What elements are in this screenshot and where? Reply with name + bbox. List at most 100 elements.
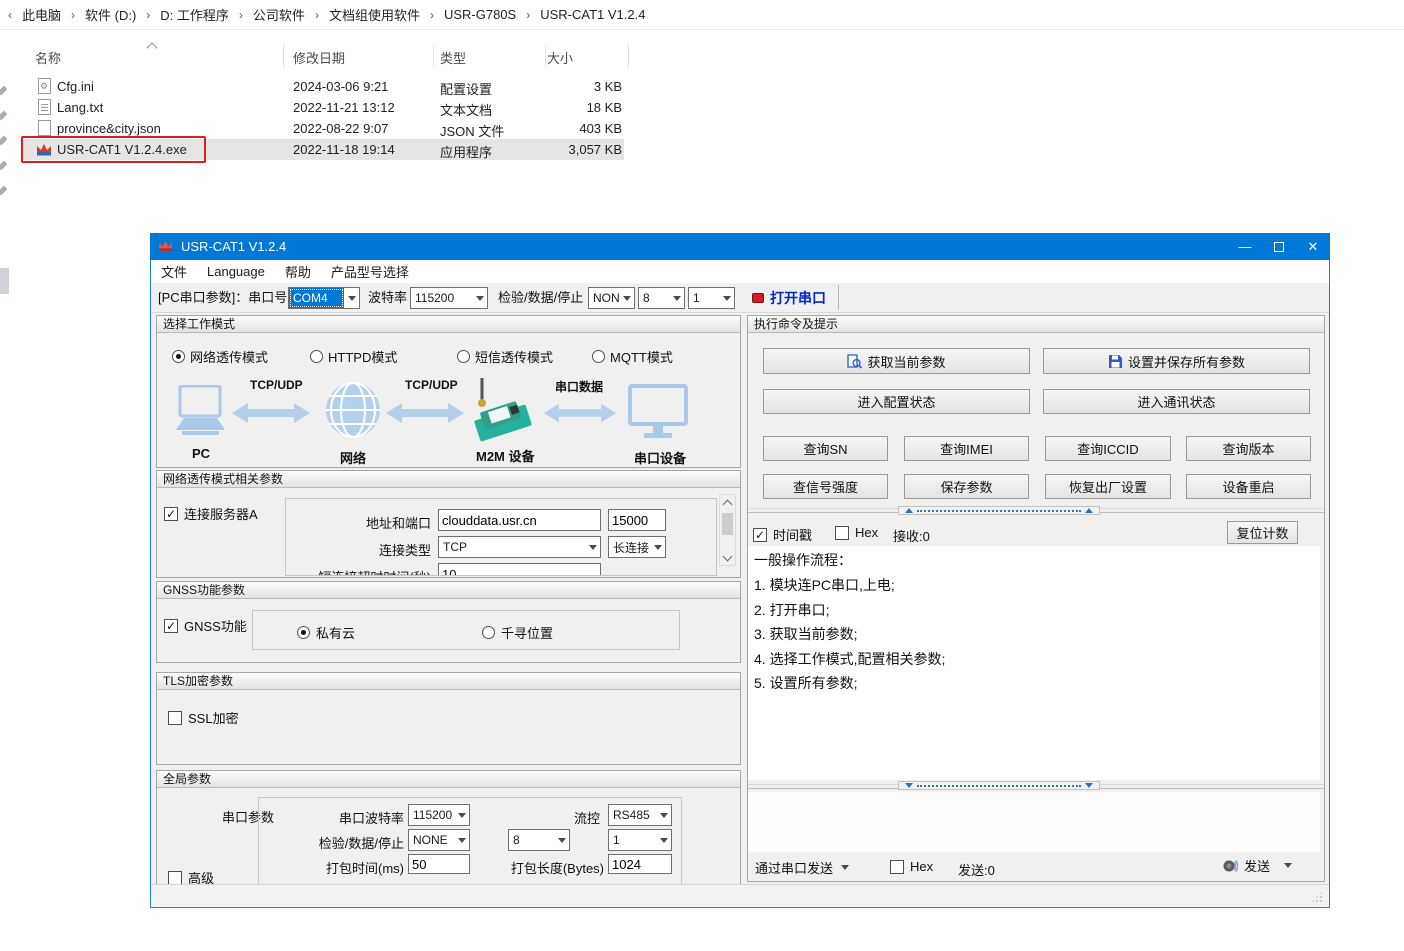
mode-radio-sms[interactable]: 短信透传模式 <box>457 347 553 366</box>
ssl-checkbox[interactable]: SSL加密 <box>168 708 239 727</box>
log-line: 一般操作流程： <box>754 550 852 570</box>
flow-control-select[interactable]: RS485 <box>608 804 672 826</box>
breadcrumb-item[interactable]: D: 工作程序 <box>160 5 229 24</box>
conn-mode-select[interactable]: 长连接 <box>608 536 666 558</box>
file-size: 3 KB <box>540 79 622 94</box>
collapse-up-icon[interactable] <box>1085 508 1093 513</box>
breadcrumb-item[interactable]: 文档组使用软件 <box>329 5 420 24</box>
baud-select[interactable]: 115200 <box>410 287 488 309</box>
mode-radio-httpd[interactable]: HTTPD模式 <box>310 347 397 366</box>
pack-time-input[interactable] <box>408 854 470 874</box>
window-titlebar[interactable]: USR-CAT1 V1.2.4 — ✕ <box>150 233 1330 260</box>
mode-radio-mqtt[interactable]: MQTT模式 <box>592 347 673 366</box>
double-arrow-icon <box>544 402 616 424</box>
close-button[interactable]: ✕ <box>1296 233 1330 260</box>
serial-baud-select[interactable]: 115200 <box>408 804 470 826</box>
scrollbar-fragment[interactable] <box>0 268 9 294</box>
net-params-scrollbar[interactable] <box>719 494 736 566</box>
serial-stopbits-select[interactable]: 1 <box>608 829 672 851</box>
pc-serial-label: [PC串口参数]：串口号 <box>158 283 287 313</box>
query-iccid-button[interactable]: 查询ICCID <box>1045 436 1171 461</box>
serial-databits-select[interactable]: 8 <box>508 829 570 851</box>
server-port-input[interactable] <box>608 509 666 531</box>
server-a-checkbox[interactable]: ✓ 连接服务器A <box>164 504 258 523</box>
splitter-handle[interactable] <box>898 506 1100 515</box>
pack-length-input[interactable] <box>608 854 672 874</box>
breadcrumb-item[interactable]: 软件 (D:) <box>85 5 136 24</box>
server-a-group: 地址和端口 连接类型 TCP 长连接 短连接超时时间(秒) <box>285 498 717 576</box>
column-header-name[interactable]: 名称 <box>35 48 61 67</box>
resize-grip[interactable] <box>1311 891 1323 903</box>
radio-selected-icon <box>172 350 185 363</box>
device-restart-button[interactable]: 设备重启 <box>1186 474 1311 499</box>
receive-hex-checkbox[interactable]: Hex <box>835 525 878 540</box>
open-serial-button[interactable]: 打开串口 <box>752 284 836 311</box>
enter-comm-button[interactable]: 进入通讯状态 <box>1043 389 1310 414</box>
pin-icon <box>0 186 7 196</box>
query-imei-button[interactable]: 查询IMEI <box>904 436 1029 461</box>
menu-file[interactable]: 文件 <box>151 262 197 281</box>
send-hex-checkbox[interactable]: Hex <box>890 859 933 874</box>
gnss-header: GNSS功能参数 <box>157 582 740 599</box>
receive-log[interactable]: 一般操作流程： 1. 模块连PC串口,上电; 2. 打开串口; 3. 获取当前参… <box>748 546 1320 780</box>
column-header-size[interactable]: 大小 <box>500 48 573 67</box>
timestamp-checkbox[interactable]: ✓ 时间戳 <box>753 525 812 544</box>
collapse-up-icon[interactable] <box>905 508 913 513</box>
scroll-up-icon[interactable] <box>720 495 735 510</box>
set-save-all-button[interactable]: 设置并保存所有参数 <box>1043 348 1310 374</box>
query-sn-button[interactable]: 查询SN <box>763 436 888 461</box>
column-header-type[interactable]: 类型 <box>440 48 466 67</box>
com-port-select[interactable]: COM4 <box>288 287 360 309</box>
menu-product-select[interactable]: 产品型号选择 <box>321 262 419 281</box>
breadcrumb-item[interactable]: USR-G780S <box>444 7 516 22</box>
splitter-handle[interactable] <box>898 781 1100 790</box>
collapse-down-icon[interactable] <box>1085 783 1093 788</box>
qianxun-radio[interactable]: 千寻位置 <box>482 623 553 642</box>
send-input-area[interactable] <box>748 792 1320 852</box>
private-cloud-radio[interactable]: 私有云 <box>297 623 355 642</box>
send-button[interactable]: 发送 <box>1222 856 1292 875</box>
reset-count-button[interactable]: 复位计数 <box>1227 521 1298 544</box>
column-divider[interactable] <box>628 45 629 67</box>
enter-config-button[interactable]: 进入配置状态 <box>763 389 1030 414</box>
breadcrumb-item[interactable]: 公司软件 <box>253 5 305 24</box>
databits-select[interactable]: 8 <box>638 287 685 309</box>
column-divider[interactable] <box>433 45 434 67</box>
collapse-down-icon[interactable] <box>905 783 913 788</box>
link-label: 串口数据 <box>555 378 603 395</box>
column-divider[interactable] <box>545 45 546 67</box>
conn-type-select[interactable]: TCP <box>438 536 601 558</box>
table-row[interactable]: ⚙ Cfg.ini 2024-03-06 9:21 配置设置 3 KB <box>22 76 624 97</box>
save-params-button[interactable]: 保存参数 <box>904 474 1029 499</box>
scroll-down-icon[interactable] <box>720 550 735 565</box>
query-version-button[interactable]: 查询版本 <box>1186 436 1311 461</box>
get-params-button[interactable]: 获取当前参数 <box>763 348 1030 374</box>
serial-parity-select[interactable]: NONE <box>408 829 470 851</box>
gnss-enable-checkbox[interactable]: ✓ GNSS功能 <box>164 616 247 635</box>
link-label: TCP/UDP <box>405 378 458 392</box>
nav-back-chevron[interactable]: ‹ <box>2 8 18 22</box>
breadcrumb-item[interactable]: USR-CAT1 V1.2.4 <box>540 7 645 22</box>
minimize-button[interactable]: — <box>1228 233 1262 260</box>
menu-language[interactable]: Language <box>197 264 275 279</box>
stopbits-select[interactable]: 1 <box>688 287 735 309</box>
menu-help[interactable]: 帮助 <box>275 262 321 281</box>
breadcrumb-item[interactable]: 此电脑 <box>22 5 61 24</box>
file-size: 403 KB <box>540 121 622 136</box>
query-signal-button[interactable]: 查信号强度 <box>763 474 888 499</box>
chevron-right-icon: › <box>309 8 325 22</box>
short-timeout-input[interactable] <box>438 563 601 576</box>
send-via-dropdown[interactable]: 通过串口发送 <box>755 858 849 877</box>
column-divider[interactable] <box>283 45 284 67</box>
serial-pds-label: 检验/数据/停止 <box>300 833 404 852</box>
server-address-input[interactable] <box>438 509 601 531</box>
table-row[interactable]: Lang.txt 2022-11-21 13:12 文本文档 18 KB <box>22 97 624 118</box>
mode-radio-net[interactable]: 网络透传模式 <box>172 347 268 366</box>
port-closed-led-icon <box>752 293 764 303</box>
maximize-button[interactable] <box>1262 233 1296 260</box>
factory-reset-button[interactable]: 恢复出厂设置 <box>1045 474 1171 499</box>
column-header-date[interactable]: 修改日期 <box>293 48 345 67</box>
parity-select[interactable]: NONI <box>588 287 635 309</box>
file-name: province&city.json <box>57 121 161 136</box>
scrollbar-thumb[interactable] <box>722 513 733 535</box>
